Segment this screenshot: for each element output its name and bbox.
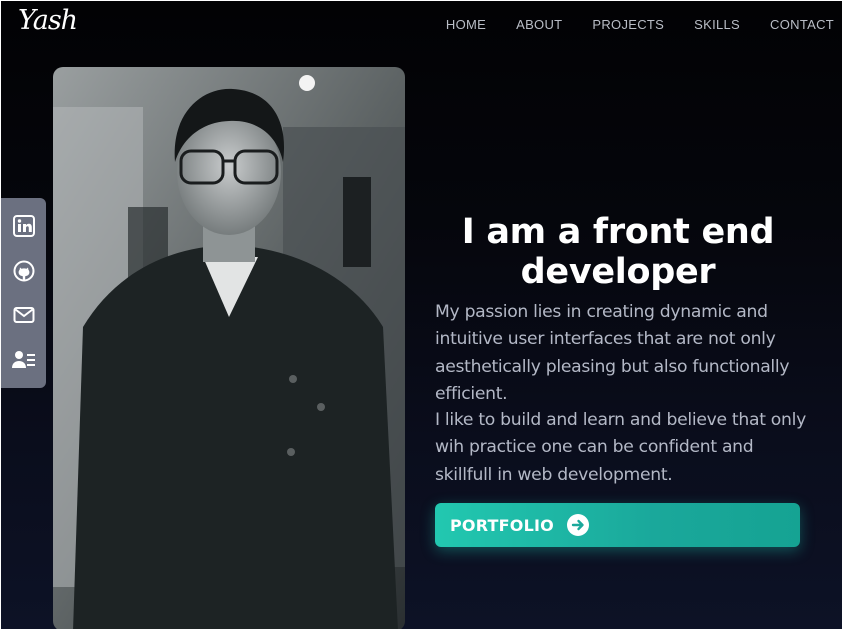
hero-headline: I am a front end developer — [461, 212, 775, 292]
nav-about[interactable]: ABOUT — [516, 17, 562, 32]
logo[interactable]: Yash — [18, 5, 78, 36]
page: Yash HOME ABOUT PROJECTS SKILLS CONTACT — [1, 1, 842, 629]
nav-projects[interactable]: PROJECTS — [592, 17, 664, 32]
github-icon[interactable] — [11, 258, 37, 284]
nav-home[interactable]: HOME — [446, 17, 486, 32]
hero-paragraph-1: My passion lies in creating dynamic and … — [435, 302, 790, 404]
resume-icon[interactable] — [11, 347, 37, 373]
hero-paragraph-2: I like to build and learn and believe th… — [435, 410, 806, 485]
profile-photo — [53, 67, 405, 629]
social-sidebar — [1, 198, 46, 388]
nav-skills[interactable]: SKILLS — [694, 17, 740, 32]
portfolio-button[interactable]: PORTFOLIO — [435, 503, 800, 547]
linkedin-icon[interactable] — [11, 213, 37, 239]
nav-contact[interactable]: CONTACT — [770, 17, 834, 32]
top-nav: HOME ABOUT PROJECTS SKILLS CONTACT — [416, 17, 834, 32]
portfolio-button-label: PORTFOLIO — [450, 515, 554, 535]
arrow-right-circle-icon — [566, 514, 589, 536]
mail-icon[interactable] — [11, 302, 37, 328]
